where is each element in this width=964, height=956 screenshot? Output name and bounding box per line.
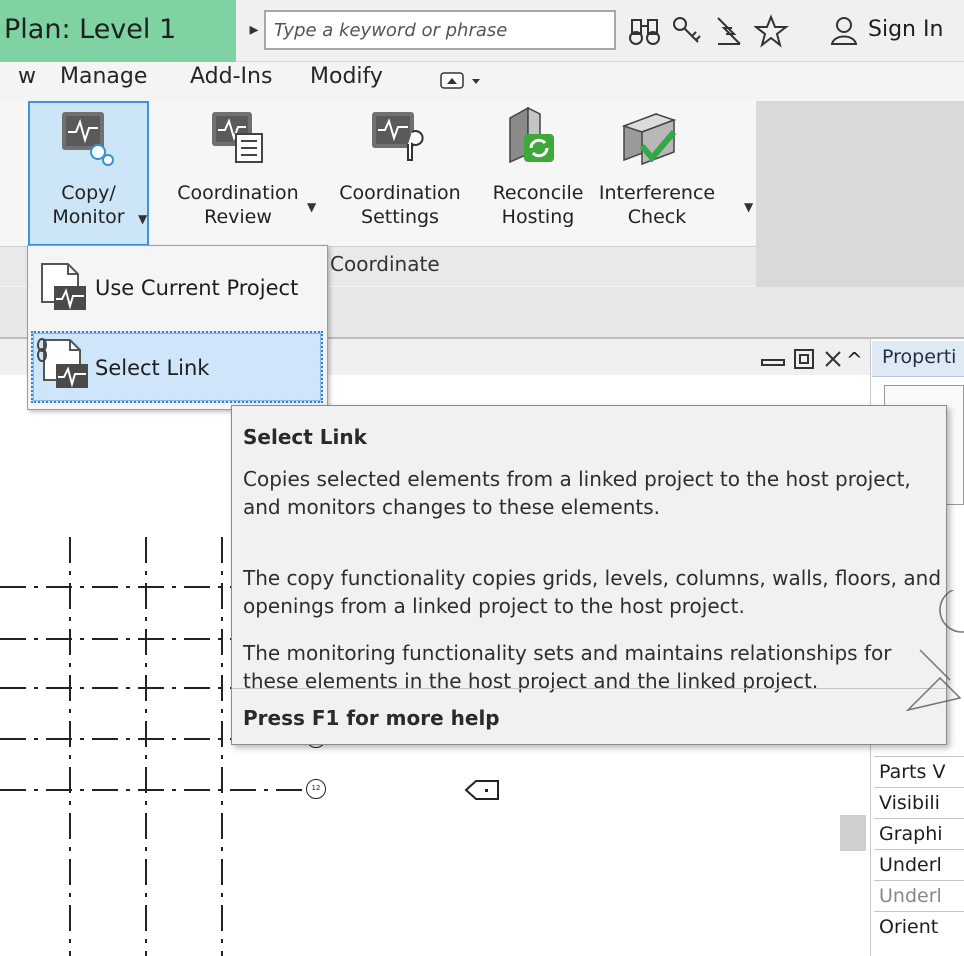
tab-partial[interactable]: w: [18, 64, 36, 89]
play-arrow-icon[interactable]: ▸: [244, 12, 264, 48]
property-row[interactable]: Visibili: [874, 787, 964, 818]
exchange-icon[interactable]: [712, 14, 748, 48]
tooltip-copy-detail: The copy functionality copies grids, lev…: [243, 566, 942, 618]
tooltip-monitor-detail: The monitoring functionality sets and ma…: [243, 641, 892, 693]
use-current-project-label: Use Current Project: [95, 276, 299, 300]
search-input[interactable]: [266, 12, 614, 48]
interference-check-dropdown-arrow[interactable]: ▼: [744, 200, 753, 214]
ribbon-empty-area: [756, 101, 964, 287]
coordination-review-dropdown-arrow[interactable]: ▼: [307, 200, 316, 214]
property-row[interactable]: Parts V: [874, 756, 964, 787]
tab-modify[interactable]: Modify: [310, 64, 383, 89]
close-icon[interactable]: [822, 348, 844, 370]
tab-add-ins[interactable]: Add-Ins: [190, 64, 272, 89]
select-link-label: Select Link: [95, 356, 210, 380]
user-icon[interactable]: [828, 14, 864, 48]
tooltip-help-hint: Press F1 for more help: [243, 706, 500, 730]
interference-check-button[interactable]: Interference Check: [594, 181, 720, 229]
reconcile-hosting-button[interactable]: Reconcile Hosting: [478, 181, 598, 229]
scroll-up-icon[interactable]: ^: [846, 348, 863, 372]
coordination-review-icon: [208, 108, 268, 166]
reconcile-hosting-icon: [500, 104, 560, 164]
coordinate-panel-label: Coordinate: [330, 252, 440, 276]
minimize-icon[interactable]: [760, 348, 786, 370]
property-row[interactable]: Graphi: [874, 818, 964, 849]
copy-monitor-icon: [58, 108, 118, 166]
search-box[interactable]: [264, 10, 616, 50]
star-icon[interactable]: [754, 14, 790, 48]
tooltip-description: Copies selected elements from a linked p…: [243, 467, 911, 519]
coordination-review-button[interactable]: Coordination Review: [168, 181, 308, 229]
binoculars-icon[interactable]: [628, 14, 664, 48]
property-row[interactable]: Orient: [874, 911, 964, 942]
sign-in-link[interactable]: Sign In: [868, 17, 943, 42]
properties-title: Properti: [882, 346, 957, 368]
grid-bubble[interactable]: 12: [306, 779, 326, 799]
copy-monitor-dropdown-arrow[interactable]: ▼: [138, 212, 147, 226]
property-row[interactable]: Underl: [874, 849, 964, 880]
watermark: [900, 590, 964, 730]
copy-monitor-label: Copy/Monitor: [52, 182, 125, 228]
tooltip-title: Select Link: [243, 425, 367, 449]
tab-manage[interactable]: Manage: [60, 64, 147, 89]
view-title: Plan: Level 1: [4, 14, 177, 45]
use-current-project-icon: [40, 262, 88, 312]
key-icon[interactable]: [670, 14, 706, 48]
interference-check-icon: [618, 104, 678, 166]
property-row[interactable]: Underl: [874, 880, 964, 911]
coordination-settings-button[interactable]: Coordination Settings: [328, 181, 472, 229]
coordination-settings-icon: [368, 108, 428, 166]
tooltip-divider: [232, 688, 946, 689]
contextual-tab-dropdown[interactable]: [440, 70, 486, 92]
restore-icon[interactable]: [793, 348, 815, 370]
select-link-icon: [36, 336, 90, 392]
